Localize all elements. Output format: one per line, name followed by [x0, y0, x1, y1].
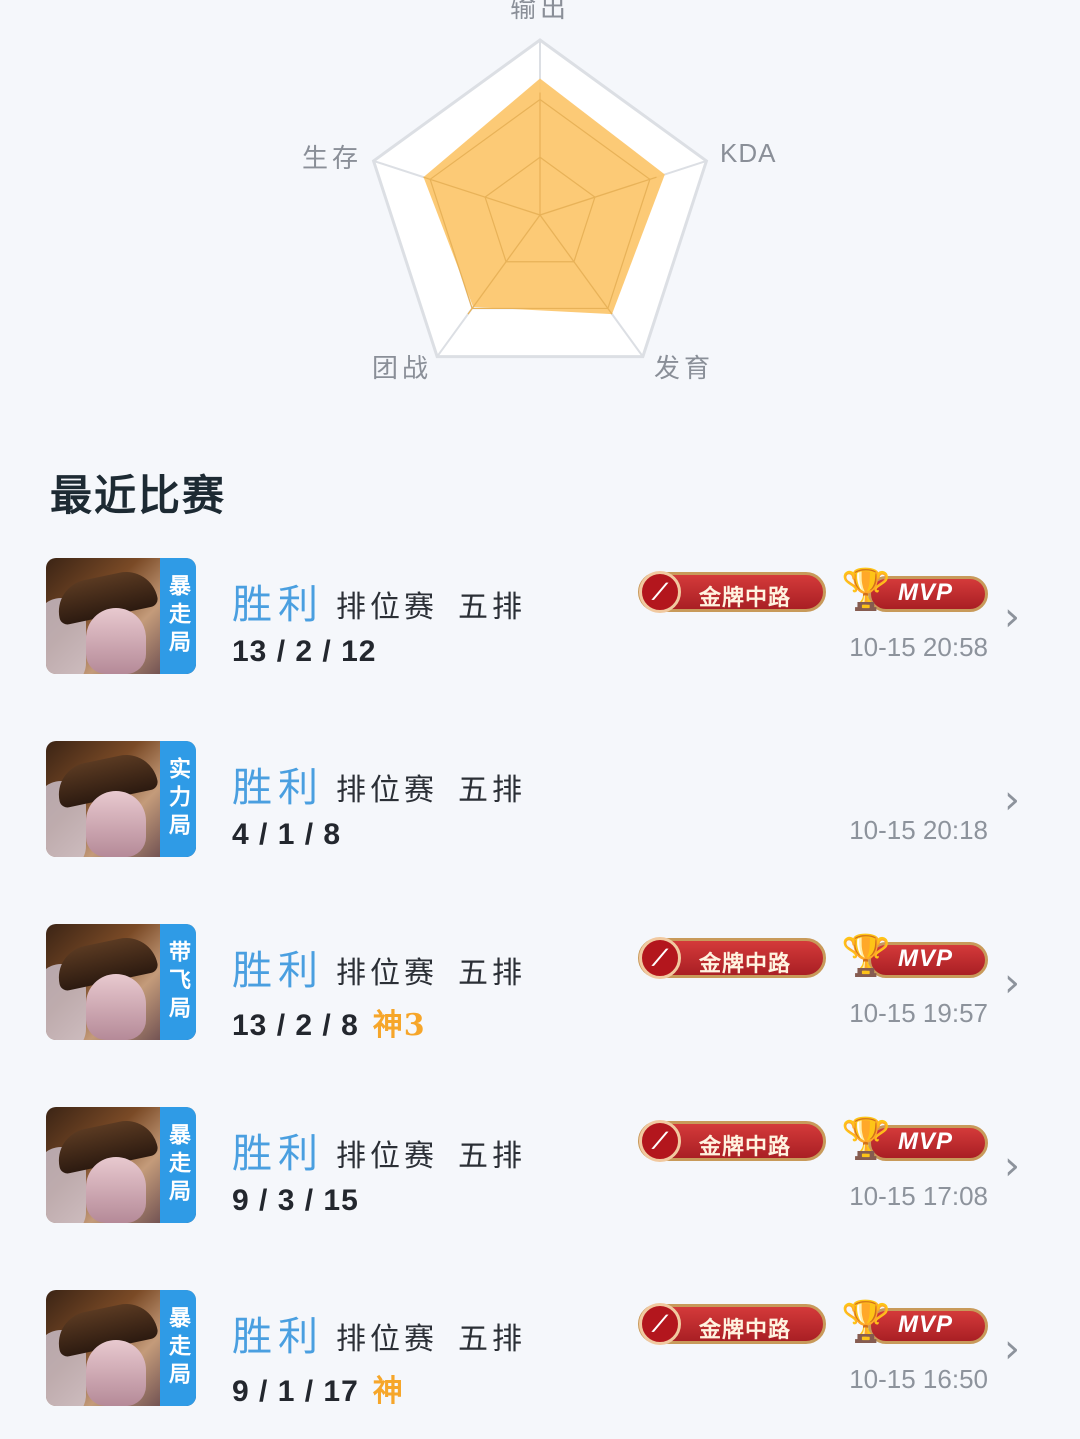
radar-label-growth: 发育 — [654, 354, 715, 384]
kda-value: 9 / 3 / 15 — [232, 1184, 359, 1217]
radar-label-kda: KDA — [720, 138, 777, 168]
radar-chart: 输出 KDA 发育 团战 生存 — [0, 0, 1080, 420]
hero-avatar: 暴走局 — [46, 558, 196, 674]
match-queue: 五排 — [458, 773, 526, 808]
match-result: 胜利 — [232, 582, 324, 628]
hero-art-face — [86, 1157, 146, 1223]
match-mode: 排位赛 — [336, 773, 438, 808]
trophy-icon: 🏆 — [841, 1116, 891, 1162]
match-time: 10-15 17:08 — [849, 1181, 988, 1211]
match-queue: 五排 — [458, 590, 526, 625]
radar-label-teamfight: 团战 — [372, 354, 433, 384]
match-queue: 五排 — [458, 1322, 526, 1357]
match-row[interactable]: 带飞局 胜利 排位赛 五排 13 / 2 / 8 神3 ⟋ 金牌中路 🏆 MVP … — [0, 924, 1080, 1044]
chevron-right-icon[interactable]: › — [1004, 960, 1020, 1006]
kda-value: 9 / 1 / 17 — [232, 1375, 359, 1408]
kda-value: 13 / 2 / 12 — [232, 635, 377, 668]
sword-icon: ⟋ — [639, 1120, 681, 1162]
sword-icon: ⟋ — [639, 571, 681, 613]
match-type-tag: 带飞局 — [160, 924, 196, 1040]
chevron-right-icon[interactable]: › — [1004, 777, 1020, 823]
mvp-badge: 🏆 MVP — [838, 933, 988, 980]
hero-art-face — [86, 974, 146, 1040]
match-kda: 13 / 2 / 12 — [232, 634, 390, 669]
hero-avatar: 带飞局 — [46, 924, 196, 1040]
match-kda: 4 / 1 / 8 — [232, 817, 355, 852]
match-type-tag: 暴走局 — [160, 1290, 196, 1406]
radar-svg — [371, 38, 709, 359]
mvp-badge: 🏆 MVP — [838, 567, 988, 614]
mvp-badge: 🏆 MVP — [838, 1116, 988, 1163]
match-time: 10-15 20:58 — [849, 632, 988, 662]
match-mode: 排位赛 — [336, 956, 438, 991]
match-row[interactable]: 暴走局 胜利 排位赛 五排 13 / 2 / 12 ⟋ 金牌中路 🏆 MVP 1… — [0, 558, 1080, 678]
hero-avatar: 暴走局 — [46, 1290, 196, 1406]
gold-mid-badge: ⟋ 金牌中路 — [638, 1120, 826, 1162]
match-time: 10-15 19:57 — [849, 998, 988, 1028]
match-type-tag: 实力局 — [160, 741, 196, 857]
chevron-right-icon[interactable]: › — [1004, 594, 1020, 640]
match-result: 胜利 — [232, 948, 324, 994]
godlike-label: 神3 — [372, 1008, 426, 1043]
match-time: 10-15 16:50 — [849, 1364, 988, 1394]
hero-art-face — [86, 608, 146, 674]
match-type-tag: 暴走局 — [160, 558, 196, 674]
kda-value: 13 / 2 / 8 — [232, 1009, 359, 1042]
mvp-badge-label: MVP — [898, 1311, 954, 1338]
match-mode: 排位赛 — [336, 590, 438, 625]
match-result: 胜利 — [232, 765, 324, 811]
match-mode: 排位赛 — [336, 1139, 438, 1174]
sword-icon: ⟋ — [639, 1303, 681, 1345]
hero-avatar: 实力局 — [46, 741, 196, 857]
mvp-badge-label: MVP — [898, 1128, 954, 1155]
trophy-icon: 🏆 — [841, 933, 891, 979]
match-kda: 13 / 2 / 8 神3 — [232, 1000, 426, 1044]
hero-avatar: 暴走局 — [46, 1107, 196, 1223]
match-mode: 排位赛 — [336, 1322, 438, 1357]
mvp-badge-label: MVP — [898, 579, 954, 606]
match-result: 胜利 — [232, 1314, 324, 1360]
trophy-icon: 🏆 — [841, 1299, 891, 1345]
match-result: 胜利 — [232, 1131, 324, 1177]
gold-mid-badge: ⟋ 金牌中路 — [638, 1303, 826, 1345]
match-queue: 五排 — [458, 956, 526, 991]
radar-label-output: 输出 — [510, 0, 571, 24]
gold-mid-badge: ⟋ 金牌中路 — [638, 937, 826, 979]
match-row[interactable]: 实力局 胜利 排位赛 五排 4 / 1 / 8 10-15 20:18 › — [0, 741, 1080, 861]
chevron-right-icon[interactable]: › — [1004, 1326, 1020, 1372]
match-type-tag: 暴走局 — [160, 1107, 196, 1223]
gold-mid-badge: ⟋ 金牌中路 — [638, 571, 826, 613]
match-kda: 9 / 3 / 15 — [232, 1183, 373, 1218]
mvp-badge: 🏆 MVP — [838, 1299, 988, 1346]
gold-badge-label: 金牌中路 — [699, 1135, 792, 1160]
sword-icon: ⟋ — [639, 937, 681, 979]
gold-badge-label: 金牌中路 — [699, 952, 792, 977]
chevron-right-icon[interactable]: › — [1004, 1143, 1020, 1189]
gold-badge-label: 金牌中路 — [699, 1318, 792, 1343]
match-time: 10-15 20:18 — [849, 815, 988, 845]
section-title: 最近比赛 — [50, 471, 227, 520]
gold-badge-label: 金牌中路 — [699, 586, 792, 611]
hero-art-face — [86, 1340, 146, 1406]
godlike-label: 神 — [372, 1374, 404, 1409]
match-row[interactable]: 暴走局 胜利 排位赛 五排 9 / 3 / 15 ⟋ 金牌中路 🏆 MVP 10… — [0, 1107, 1080, 1227]
mvp-badge-label: MVP — [898, 945, 954, 972]
kda-value: 4 / 1 / 8 — [232, 818, 342, 851]
match-queue: 五排 — [458, 1139, 526, 1174]
match-row[interactable]: 暴走局 胜利 排位赛 五排 9 / 1 / 17 神 ⟋ 金牌中路 🏆 MVP 1… — [0, 1290, 1080, 1410]
match-kda: 9 / 1 / 17 神 — [232, 1366, 404, 1410]
radar-label-survival: 生存 — [302, 144, 363, 174]
trophy-icon: 🏆 — [841, 567, 891, 613]
hero-art-face — [86, 791, 146, 857]
